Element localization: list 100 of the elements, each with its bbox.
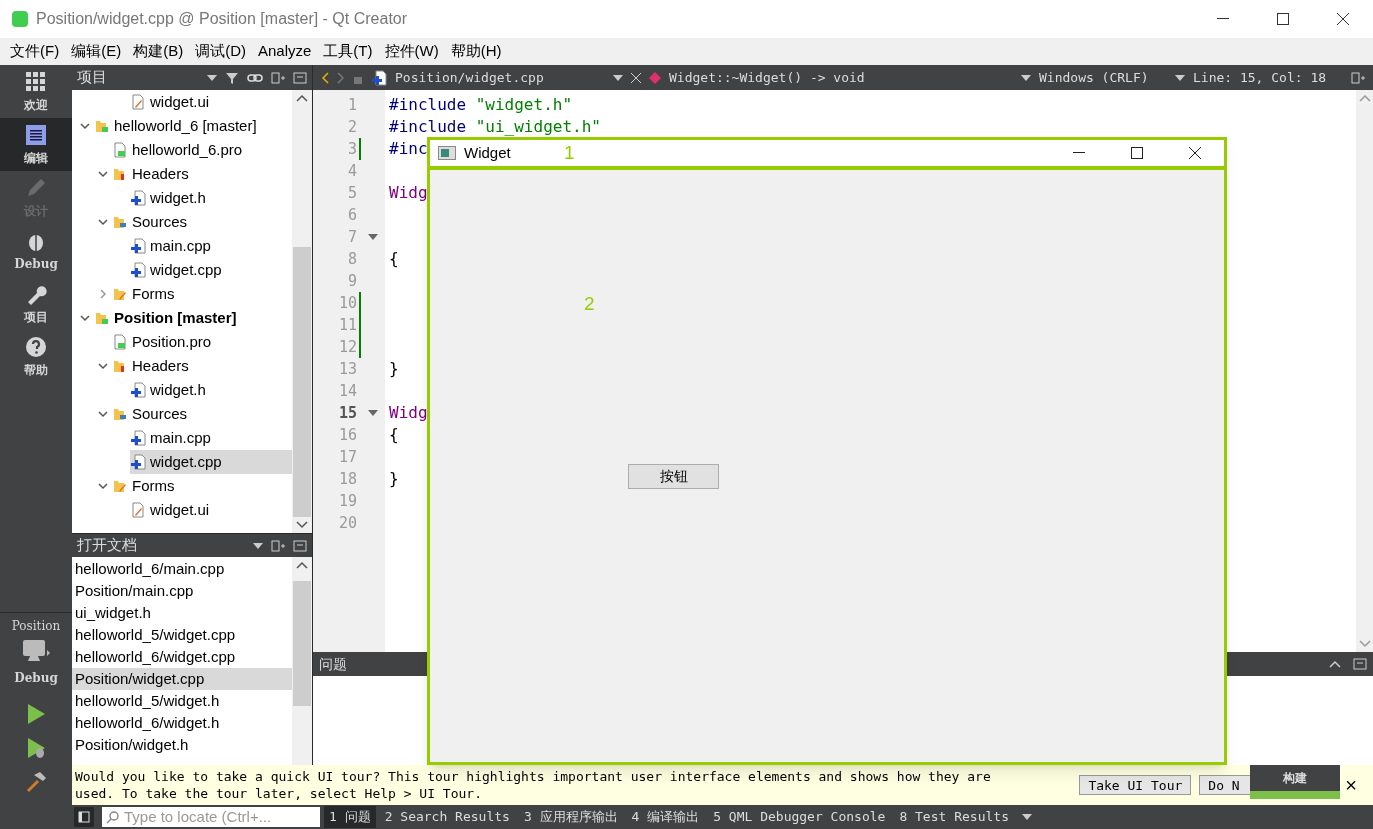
dropdown-icon[interactable]: [1021, 74, 1031, 81]
open-document-item[interactable]: helloworld_5/widget.cpp: [72, 624, 292, 646]
output-tab[interactable]: 1 问题: [324, 806, 376, 828]
menu-item[interactable]: 调试(D): [189, 40, 252, 63]
hammer-icon[interactable]: [25, 771, 47, 793]
tree-item[interactable]: widget.ui: [130, 498, 292, 522]
output-tab[interactable]: 5 QML Debugger Console: [708, 806, 891, 828]
chevron-down-icon[interactable]: [97, 216, 109, 228]
open-document-item[interactable]: Position/widget.cpp: [72, 668, 292, 690]
dropdown-icon[interactable]: [1175, 74, 1185, 81]
code-token: {: [389, 424, 399, 446]
document-icon: [24, 122, 48, 147]
chevron-down-icon[interactable]: [97, 360, 109, 372]
dropdown-icon[interactable]: [253, 542, 263, 549]
menu-item[interactable]: 编辑(E): [65, 40, 128, 63]
tree-item[interactable]: widget.h: [130, 186, 292, 210]
scrollbar[interactable]: [292, 557, 312, 765]
scroll-up-icon[interactable]: [296, 94, 308, 102]
chevron-right-icon[interactable]: [97, 288, 109, 300]
mode-button[interactable]: 项目: [0, 277, 72, 330]
tree-item[interactable]: main.cpp: [130, 426, 292, 450]
split-icon[interactable]: [1351, 70, 1365, 85]
output-tab[interactable]: 4 编译输出: [626, 806, 705, 828]
output-tab[interactable]: 8 Test Results: [894, 806, 1014, 828]
back-icon[interactable]: [321, 71, 329, 84]
open-document-item[interactable]: Position/main.cpp: [72, 580, 292, 602]
close-panel-icon[interactable]: [293, 70, 307, 85]
scrollbar[interactable]: [292, 90, 312, 533]
fold-icon[interactable]: [367, 233, 379, 241]
tree-item[interactable]: Forms: [112, 474, 292, 498]
chevron-down-icon[interactable]: [97, 480, 109, 492]
scroll-up-icon[interactable]: [296, 561, 308, 569]
output-tab[interactable]: 3 应用程序输出: [518, 806, 623, 828]
tree-item-label: widget.cpp: [150, 451, 222, 472]
sidebar-toggle-icon[interactable]: [74, 807, 94, 827]
output-tab[interactable]: 2 Search Results: [379, 806, 515, 828]
menu-item[interactable]: 工具(T): [317, 40, 379, 63]
menu-item[interactable]: 帮助(H): [444, 40, 508, 63]
close-icon[interactable]: [631, 72, 641, 83]
cpp-file-icon: [130, 430, 146, 446]
code-token: Widg: [389, 402, 428, 424]
minimize-icon: [1217, 18, 1229, 20]
run-icon[interactable]: [25, 703, 47, 725]
scroll-down-icon[interactable]: [296, 521, 308, 529]
menu-item[interactable]: 构建(B): [127, 40, 190, 63]
dropdown-icon[interactable]: [613, 74, 623, 81]
split-icon[interactable]: [271, 538, 285, 553]
open-document-item[interactable]: Position/widget.h: [72, 734, 292, 756]
filter-icon[interactable]: [225, 70, 239, 85]
tree-item[interactable]: widget.ui: [130, 90, 292, 114]
tree-item[interactable]: Forms: [112, 282, 292, 306]
close-panel-icon[interactable]: [293, 538, 307, 553]
tree-item[interactable]: Position.pro: [112, 330, 292, 354]
tree-item[interactable]: Sources: [112, 210, 292, 234]
tree-item[interactable]: widget.cpp: [130, 450, 292, 474]
file-selector[interactable]: Position/widget.cpp: [395, 67, 605, 88]
tree-item[interactable]: helloworld_6.pro: [112, 138, 292, 162]
close-panel-icon[interactable]: [1353, 657, 1367, 671]
tree-item[interactable]: helloworld_6 [master]: [94, 114, 292, 138]
mode-button[interactable]: 欢迎: [0, 65, 72, 118]
open-document-item[interactable]: ui_widget.h: [72, 602, 292, 624]
close-tour-button[interactable]: ×: [1337, 770, 1365, 800]
dropdown-icon[interactable]: [207, 74, 217, 81]
chevron-down-icon[interactable]: [97, 408, 109, 420]
chevron-up-icon[interactable]: [1329, 660, 1341, 668]
split-icon[interactable]: [271, 70, 285, 85]
cpp-file-icon: [130, 454, 146, 470]
tree-item[interactable]: widget.h: [130, 378, 292, 402]
cursor-position[interactable]: Line: 15, Col: 18: [1193, 67, 1343, 88]
chevron-down-icon[interactable]: [79, 312, 91, 324]
chevron-down-icon[interactable]: [97, 168, 109, 180]
open-document-item[interactable]: helloworld_6/widget.h: [72, 712, 292, 734]
take-tour-button[interactable]: Take UI Tour: [1079, 775, 1192, 795]
locator-field[interactable]: Type to locate (Ctrl+...: [102, 807, 320, 827]
cpp-file-icon: [130, 262, 146, 278]
mode-button[interactable]: Debug: [0, 224, 72, 277]
line-endings-selector[interactable]: Windows (CRLF): [1039, 67, 1167, 88]
open-document-item[interactable]: helloworld_6/widget.cpp: [72, 646, 292, 668]
tree-item[interactable]: main.cpp: [130, 234, 292, 258]
menu-item[interactable]: Analyze: [252, 40, 318, 63]
line-number: 13: [337, 358, 357, 380]
tree-item[interactable]: Sources: [112, 402, 292, 426]
symbol-selector[interactable]: Widget::~Widget() -> void: [669, 67, 1013, 88]
open-document-item[interactable]: helloworld_5/widget.h: [72, 690, 292, 712]
menu-item[interactable]: 控件(W): [378, 40, 445, 63]
fold-icon[interactable]: [367, 409, 379, 417]
dropdown-icon[interactable]: [1021, 814, 1032, 820]
tree-item[interactable]: Headers: [112, 162, 292, 186]
mode-button[interactable]: 编辑: [0, 118, 72, 171]
open-document-item[interactable]: helloworld_6/main.cpp: [72, 558, 292, 580]
chevron-down-icon[interactable]: [79, 120, 91, 132]
push-button[interactable]: 按钮: [628, 463, 719, 489]
menu-item[interactable]: 文件(F): [4, 40, 66, 63]
tree-item[interactable]: widget.cpp: [130, 258, 292, 282]
folder-icon: [112, 406, 128, 422]
debug-run-icon[interactable]: [25, 737, 47, 759]
tree-item[interactable]: Headers: [112, 354, 292, 378]
tree-item-label: widget.h: [150, 187, 206, 208]
tree-item[interactable]: Position [master]: [94, 306, 292, 330]
mode-button[interactable]: 帮助: [0, 330, 72, 383]
